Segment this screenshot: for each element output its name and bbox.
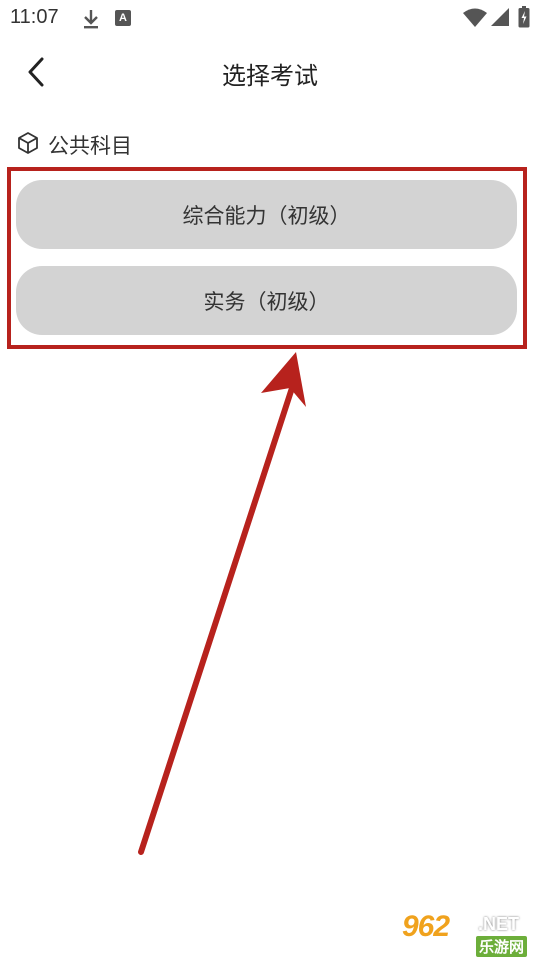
watermark-logo: 962 .NET 乐游网 <box>398 910 534 957</box>
cube-icon <box>16 131 40 159</box>
section-label: 公共科目 <box>48 134 132 158</box>
annotation-highlight-frame <box>7 167 527 349</box>
status-bar: 11:07 A <box>0 0 540 38</box>
font-a-icon: A <box>115 10 131 26</box>
wifi-icon <box>462 8 488 32</box>
section-header: 公共科目 <box>16 131 132 159</box>
signal-icon <box>490 7 510 31</box>
battery-icon <box>518 6 530 32</box>
watermark-site-name: 乐游网 <box>476 936 528 957</box>
status-time: 11:07 <box>10 6 59 28</box>
watermark-net: .NET <box>478 914 520 934</box>
font-a-letter: A <box>119 12 127 24</box>
page-title: 选择考试 <box>222 62 318 90</box>
watermark-number: 962 <box>402 910 450 943</box>
download-icon <box>82 8 100 34</box>
